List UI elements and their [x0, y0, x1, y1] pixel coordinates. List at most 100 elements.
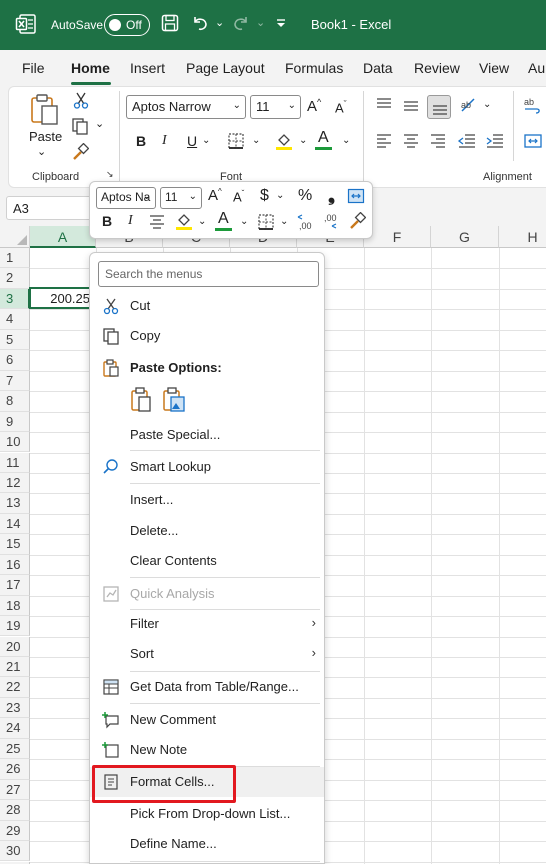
column-header-g[interactable]: G: [431, 226, 499, 248]
mini-font-color-dropdown-icon[interactable]: ⌄: [240, 216, 248, 227]
row-header[interactable]: 15: [0, 534, 30, 555]
row-header[interactable]: 10: [0, 432, 30, 453]
font-color-dropdown-icon[interactable]: ⌄: [342, 135, 350, 146]
menu-item-new-comment[interactable]: New Comment: [90, 705, 324, 735]
paste-option-paste-icon[interactable]: [130, 387, 152, 413]
row-header[interactable]: 6: [0, 350, 30, 371]
row-header[interactable]: 22: [0, 677, 30, 698]
align-right-icon[interactable]: [429, 133, 447, 149]
row-header[interactable]: 19: [0, 616, 30, 637]
row-header[interactable]: 28: [0, 800, 30, 821]
row-header[interactable]: 26: [0, 759, 30, 780]
align-center-icon[interactable]: [402, 133, 420, 149]
row-header[interactable]: 29: [0, 820, 30, 841]
mini-format-painter-icon[interactable]: [348, 212, 366, 230]
row-header[interactable]: 3: [0, 288, 30, 310]
tab-data[interactable]: Data: [363, 60, 393, 76]
fill-color-icon[interactable]: [274, 131, 294, 151]
row-header[interactable]: 1: [0, 248, 30, 269]
row-header[interactable]: 21: [0, 657, 30, 678]
redo-icon[interactable]: [232, 14, 250, 32]
mini-fill-dropdown-icon[interactable]: ⌄: [198, 216, 206, 227]
menu-item-smart-lookup[interactable]: Smart Lookup: [90, 452, 324, 482]
tab-view[interactable]: View: [479, 60, 509, 76]
orientation-dropdown-icon[interactable]: ⌄: [483, 99, 491, 110]
row-header[interactable]: 23: [0, 697, 30, 719]
mini-decrease-font-icon[interactable]: Aˇ: [233, 189, 244, 204]
row-header[interactable]: 13: [0, 493, 30, 514]
name-box[interactable]: A3: [6, 196, 92, 220]
save-icon[interactable]: [161, 14, 179, 32]
row-header[interactable]: 17: [0, 575, 30, 596]
menu-item-pick-dropdown[interactable]: Pick From Drop-down List...: [90, 799, 324, 829]
menu-item-delete[interactable]: Delete...: [90, 516, 324, 546]
row-header[interactable]: 11: [0, 452, 30, 473]
mini-font-size-dropdown[interactable]: 11 ⌄: [160, 187, 202, 209]
customize-qat-icon[interactable]: [275, 18, 287, 30]
paste-option-picture-icon[interactable]: [162, 387, 186, 413]
row-header[interactable]: 24: [0, 718, 30, 739]
row-header[interactable]: 30: [0, 841, 30, 862]
tab-file[interactable]: File: [22, 60, 45, 76]
undo-icon[interactable]: [191, 14, 209, 32]
redo-dropdown-icon[interactable]: ⌄: [256, 16, 265, 29]
mini-borders-icon[interactable]: [257, 213, 275, 231]
mini-font-color-icon[interactable]: A: [218, 210, 229, 228]
menu-item-sort[interactable]: Sort ›: [90, 639, 324, 669]
tab-automate[interactable]: Au: [528, 60, 545, 76]
increase-indent-icon[interactable]: [485, 133, 505, 149]
cut-icon[interactable]: [73, 91, 89, 109]
underline-dropdown-icon[interactable]: ⌄: [202, 135, 210, 146]
autosave-toggle[interactable]: Off: [104, 14, 150, 36]
mini-increase-font-icon[interactable]: A^: [208, 187, 222, 204]
mini-fill-color-icon[interactable]: [174, 211, 194, 231]
accounting-dropdown-icon[interactable]: ⌄: [276, 190, 284, 201]
merge-center-icon[interactable]: [347, 187, 365, 205]
menu-item-insert[interactable]: Insert...: [90, 485, 324, 515]
row-header[interactable]: 25: [0, 738, 30, 760]
percent-style-icon[interactable]: %: [298, 187, 312, 205]
mini-italic-icon[interactable]: I: [128, 213, 133, 229]
cell-a3[interactable]: 200.25: [29, 287, 96, 309]
accounting-format-icon[interactable]: $: [260, 187, 269, 205]
align-bottom-button[interactable]: [427, 95, 451, 119]
row-header[interactable]: 8: [0, 391, 30, 412]
row-header[interactable]: 16: [0, 554, 30, 576]
menu-item-filter[interactable]: Filter ›: [90, 609, 324, 639]
tab-page-layout[interactable]: Page Layout: [186, 60, 265, 76]
comma-style-icon[interactable]: ❟: [328, 185, 335, 206]
font-name-dropdown[interactable]: Aptos Narrow ⌄: [126, 95, 246, 119]
wrap-text-icon[interactable]: ab: [523, 95, 543, 115]
increase-font-size-icon[interactable]: A^: [307, 97, 321, 115]
copy-icon[interactable]: [71, 117, 89, 135]
column-header-a[interactable]: A: [30, 226, 96, 248]
tab-home[interactable]: Home: [71, 60, 110, 76]
copy-dropdown-icon[interactable]: ⌄: [95, 117, 104, 130]
bold-icon[interactable]: B: [136, 133, 146, 149]
tab-review[interactable]: Review: [414, 60, 460, 76]
font-size-dropdown[interactable]: 11 ⌄: [250, 95, 301, 119]
row-header[interactable]: 7: [0, 370, 30, 392]
column-header-f[interactable]: F: [364, 226, 431, 248]
menu-item-copy[interactable]: Copy: [90, 321, 324, 351]
font-color-icon[interactable]: A: [318, 129, 329, 147]
menu-item-cut[interactable]: Cut: [90, 291, 324, 321]
menu-item-get-data[interactable]: Get Data from Table/Range...: [90, 672, 324, 702]
menu-item-new-note[interactable]: New Note: [90, 735, 324, 765]
row-header[interactable]: 14: [0, 513, 30, 535]
clipboard-launcher-icon[interactable]: ↘: [106, 169, 114, 180]
fill-color-dropdown-icon[interactable]: ⌄: [299, 135, 307, 146]
align-middle-icon[interactable]: [402, 99, 420, 115]
row-header[interactable]: 5: [0, 329, 30, 351]
merge-center-icon[interactable]: [523, 131, 543, 151]
tab-formulas[interactable]: Formulas: [285, 60, 343, 76]
decrease-decimal-icon[interactable]: ,00: [322, 213, 342, 231]
select-all-corner[interactable]: [0, 226, 30, 248]
tab-insert[interactable]: Insert: [130, 60, 165, 76]
paste-dropdown-icon[interactable]: ⌄: [37, 145, 46, 158]
align-left-icon[interactable]: [375, 133, 393, 149]
row-header[interactable]: 12: [0, 472, 30, 494]
borders-dropdown-icon[interactable]: ⌄: [252, 135, 260, 146]
menu-item-define-name[interactable]: Define Name...: [90, 829, 324, 859]
increase-decimal-icon[interactable]: ,00: [297, 213, 317, 231]
